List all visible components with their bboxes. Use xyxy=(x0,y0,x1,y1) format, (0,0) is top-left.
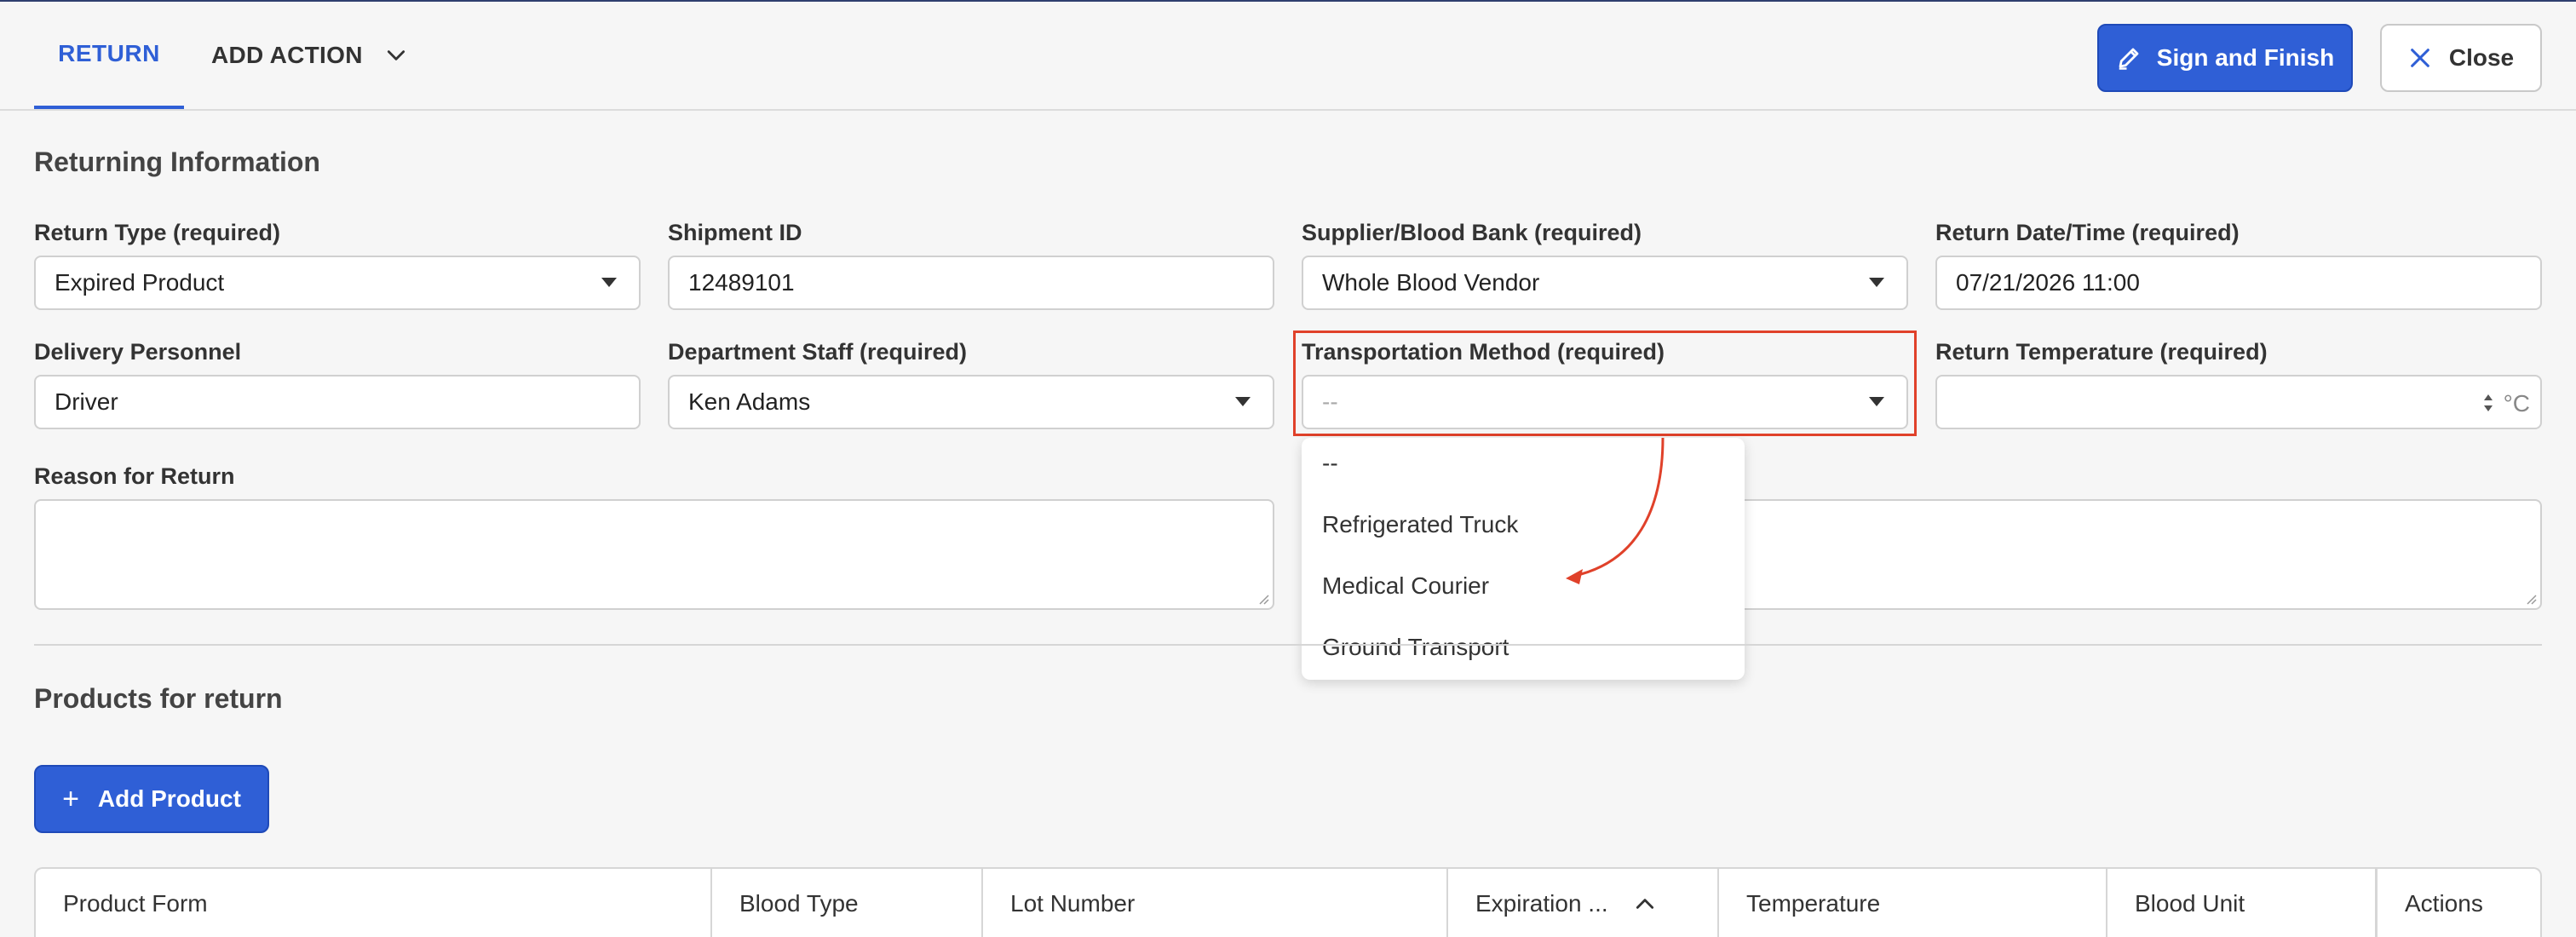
header-bar: RETURN ADD ACTION Sign and Finish Close xyxy=(0,2,2576,111)
department-staff-select[interactable]: Ken Adams xyxy=(668,375,1274,429)
column-header-blood-unit[interactable]: Blood Unit xyxy=(2106,869,2375,937)
resize-handle-icon[interactable] xyxy=(1257,593,1269,605)
department-staff-value: Ken Adams xyxy=(688,388,811,415)
section-divider xyxy=(34,644,2542,646)
chevron-up-icon[interactable] xyxy=(1634,893,1656,915)
reason-label: Reason for Return xyxy=(34,463,235,489)
tab-add-action[interactable]: ADD ACTION xyxy=(211,2,407,109)
expiration-header-label: Expiration ... xyxy=(1475,890,1608,917)
caret-down-icon xyxy=(601,278,617,287)
sign-and-finish-label: Sign and Finish xyxy=(2156,44,2335,71)
annotation-arrow xyxy=(1566,437,1665,584)
close-button[interactable]: Close xyxy=(2380,24,2542,92)
delivery-personnel-input[interactable]: Driver xyxy=(34,375,641,429)
return-datetime-input[interactable]: 07/21/2026 11:00 xyxy=(1935,256,2542,310)
annotation-highlight-box xyxy=(1293,331,1917,436)
shipment-id-value: 12489101 xyxy=(688,269,795,296)
dropdown-option[interactable]: Refrigerated Truck xyxy=(1322,511,1518,538)
supplier-select[interactable]: Whole Blood Vendor xyxy=(1302,256,1908,310)
reason-textarea[interactable] xyxy=(34,499,1274,610)
supplier-label: Supplier/Blood Bank (required) xyxy=(1302,220,1642,245)
shipment-id-label: Shipment ID xyxy=(668,220,802,245)
column-header-temperature[interactable]: Temperature xyxy=(1717,869,2106,937)
plus-icon: + xyxy=(62,783,79,815)
supplier-value: Whole Blood Vendor xyxy=(1322,269,1540,296)
return-temperature-input[interactable]: °C xyxy=(1935,375,2542,429)
return-datetime-label: Return Date/Time (required) xyxy=(1935,220,2240,245)
close-label: Close xyxy=(2448,44,2515,71)
delivery-personnel-value: Driver xyxy=(55,388,118,415)
column-header-blood-type[interactable]: Blood Type xyxy=(710,869,981,937)
caret-down-icon xyxy=(1869,278,1884,287)
close-icon xyxy=(2411,49,2429,67)
sign-and-finish-button[interactable]: Sign and Finish xyxy=(2097,24,2353,92)
column-header-actions: Actions xyxy=(2375,869,2540,937)
temperature-unit: °C xyxy=(2503,390,2530,417)
resize-handle-icon[interactable] xyxy=(2525,593,2537,605)
shipment-id-input[interactable]: 12489101 xyxy=(668,256,1274,310)
pencil-icon xyxy=(2119,48,2139,70)
caret-down-icon xyxy=(1235,397,1251,406)
chevron-down-icon xyxy=(387,50,405,60)
return-type-label: Return Type (required) xyxy=(34,220,281,245)
column-header-expiration[interactable]: Expiration ... xyxy=(1446,869,1717,937)
return-datetime-value: 07/21/2026 11:00 xyxy=(1956,269,2140,296)
column-header-lot-number[interactable]: Lot Number xyxy=(981,869,1446,937)
tab-return[interactable]: RETURN xyxy=(34,2,184,109)
products-table: Product Form Blood Type Lot Number Expir… xyxy=(34,867,2542,937)
department-staff-label: Department Staff (required) xyxy=(668,339,968,365)
dropdown-option[interactable]: -- xyxy=(1322,450,1338,477)
notes-textarea[interactable] xyxy=(1714,499,2542,610)
add-product-label: Add Product xyxy=(97,785,241,812)
section-title-returning-information: Returning Information xyxy=(34,147,320,177)
return-temperature-label: Return Temperature (required) xyxy=(1935,339,2268,365)
dropdown-option[interactable]: Medical Courier xyxy=(1322,572,1489,600)
tab-add-action-label: ADD ACTION xyxy=(211,42,363,68)
section-title-products: Products for return xyxy=(34,683,283,714)
dropdown-option[interactable]: Ground Transport xyxy=(1322,634,1509,661)
return-type-select[interactable]: Expired Product xyxy=(34,256,641,310)
spinner-arrows-icon[interactable] xyxy=(2482,390,2494,416)
column-header-product-form[interactable]: Product Form xyxy=(36,869,710,937)
return-type-value: Expired Product xyxy=(55,269,225,296)
add-product-button[interactable]: + Add Product xyxy=(34,765,269,833)
delivery-personnel-label: Delivery Personnel xyxy=(34,339,242,365)
